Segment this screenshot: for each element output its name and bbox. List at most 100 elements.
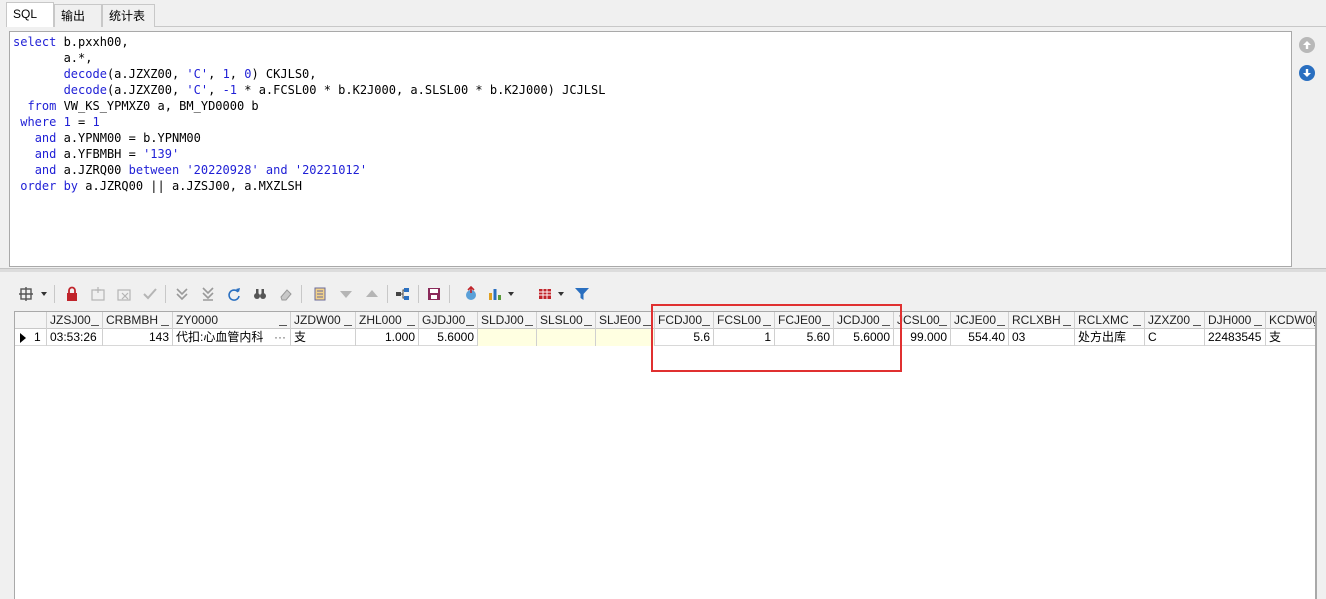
grid-options-button[interactable] [16,284,36,304]
scroll-up-button[interactable] [1299,37,1315,53]
sort-marker-icon [763,325,771,326]
column-header-label: FCSL00 [717,313,762,327]
fetch-next-button[interactable] [172,284,192,304]
column-header-gjdj00[interactable]: GJDJ00 [419,312,478,329]
cell-zhl000[interactable]: 1.000 [356,329,419,346]
add-record-button[interactable] [88,284,108,304]
column-header-zy0000[interactable]: ZY0000 [173,312,291,329]
refresh-button[interactable] [224,284,244,304]
column-header-slje00[interactable]: SLJE00 [596,312,655,329]
cell-jcdj00[interactable]: 5.6000 [834,329,894,346]
column-header-rclxbh[interactable]: RCLXBH [1009,312,1075,329]
filter-button[interactable] [572,284,592,304]
cell-value: 支 [294,330,307,344]
cell-djh000[interactable]: 22483545 [1205,329,1266,346]
cell-gjdj00[interactable]: 5.6000 [419,329,478,346]
filter-down-button[interactable] [336,284,356,304]
tab-sql[interactable]: SQL [6,2,54,27]
grid-layout-button[interactable] [535,284,555,304]
sql-token: and [34,163,57,177]
funnel-icon [575,288,589,300]
cell-jcje00[interactable]: 554.40 [951,329,1009,346]
clear-button[interactable] [276,284,296,304]
chart-dropdown-chevron-icon[interactable] [508,292,514,296]
cell-value: 1 [764,330,771,344]
record-view-button[interactable] [310,284,330,304]
cell-fcje00[interactable]: 5.60 [775,329,834,346]
chevron-down-icon[interactable] [41,292,47,296]
sql-line: and a.YFBMBH = '139' [13,146,1288,162]
sql-token: between [128,163,180,177]
sql-token: (a.JZXZ00, [106,83,187,97]
column-header-fcje00[interactable]: FCJE00 [775,312,834,329]
column-header-kcdw00[interactable]: KCDW00 [1266,312,1315,329]
cell-zy0000[interactable]: 代扣:心血管内科 ··· [173,329,291,346]
tab-statistics[interactable]: 统计表 [102,4,155,27]
delete-record-button[interactable] [114,284,134,304]
lock-button[interactable] [62,284,82,304]
sql-token: a.YPNM00 = b.YPNM00 [56,131,201,145]
result-grid[interactable]: JZSJ00 CRBMBH ZY0000 JZDW00 ZHL000 GJDJ00 SLDJ… [14,311,1316,599]
tab-output[interactable]: 输出 [54,4,102,27]
cell-slsl00[interactable] [537,329,596,346]
sql-token: decode [63,67,107,81]
save-button[interactable] [424,284,444,304]
find-button[interactable] [250,284,270,304]
column-header-jcje00[interactable]: JCJE00 [951,312,1009,329]
cell-fcsl00[interactable]: 1 [714,329,775,346]
pane-splitter[interactable] [0,268,1326,272]
post-changes-button[interactable] [140,284,160,304]
scroll-down-button[interactable] [1299,65,1315,81]
column-header-jcsl00[interactable]: JCSL00 [894,312,951,329]
grid-layout-chevron-icon[interactable] [558,292,564,296]
cell-value: 99.000 [910,330,947,344]
cell-value: 5.6000 [853,330,890,344]
sort-marker-icon [1133,325,1141,326]
fetch-all-button[interactable] [198,284,218,304]
cell-rclxbh[interactable]: 03 [1009,329,1075,346]
column-header-jzdw00[interactable]: JZDW00 [291,312,356,329]
column-header-slsl00[interactable]: SLSL00 [537,312,596,329]
column-header-rclxmc[interactable]: RCLXMC [1075,312,1145,329]
column-header-fcdj00[interactable]: FCDJ00 [655,312,714,329]
export-button[interactable] [461,284,481,304]
sort-marker-icon [344,325,352,326]
column-header-djh000[interactable]: DJH000 [1205,312,1266,329]
sql-token: * a.FCSL00 * b.K2J000, a.SLSL00 * b.K2J0… [237,83,606,97]
column-header-zhl000[interactable]: ZHL000 [356,312,419,329]
query-plan-button[interactable] [393,284,413,304]
column-header-jcdj00[interactable]: JCDJ00 [834,312,894,329]
cell-slje00[interactable] [596,329,655,346]
cell-kcdw00[interactable]: 支 [1266,329,1315,346]
cell-fcdj00[interactable]: 5.6 [655,329,714,346]
column-header-jzxz00[interactable]: JZXZ00 [1145,312,1205,329]
row-indicator-cell[interactable]: 1 [15,329,47,346]
ellipsis-button[interactable]: ··· [274,329,286,345]
table-row[interactable]: 1 03:53:26 143 代扣:心血管内科 ··· 支 1.000 5.6000 5.6 1 5… [15,329,1315,346]
grid-corner-cell[interactable] [15,312,47,329]
sql-token: , [208,67,223,81]
bar-chart-icon [489,289,501,300]
result-tab-bar: SQL 输出 统计表 [0,0,1326,27]
column-header-jzsj00[interactable]: JZSJ00 [47,312,103,329]
sql-token: order by [20,179,79,193]
cell-crbmbh[interactable]: 143 [103,329,173,346]
column-header-sldj00[interactable]: SLDJ00 [478,312,537,329]
sql-token: VW_KS_YPMXZ0 a, BM_YD0000 b [56,99,259,113]
cell-jzxz00[interactable]: C [1145,329,1205,346]
cell-jzsj00[interactable]: 03:53:26 [47,329,103,346]
sql-editor[interactable]: select b.pxxh00, a.*, decode(a.JZXZ00, '… [9,31,1292,267]
chart-button[interactable] [485,284,505,304]
column-header-crbmbh[interactable]: CRBMBH [103,312,173,329]
filter-up-button[interactable] [362,284,382,304]
cell-jcsl00[interactable]: 99.000 [894,329,951,346]
cell-rclxmc[interactable]: 处方出库 [1075,329,1145,346]
column-header-label: ZHL000 [359,313,402,327]
sql-text[interactable]: select b.pxxh00, a.*, decode(a.JZXZ00, '… [10,32,1291,196]
cell-jzdw00[interactable]: 支 [291,329,356,346]
cell-sldj00[interactable] [478,329,537,346]
table-grid-icon [539,289,551,299]
column-header-fcsl00[interactable]: FCSL00 [714,312,775,329]
